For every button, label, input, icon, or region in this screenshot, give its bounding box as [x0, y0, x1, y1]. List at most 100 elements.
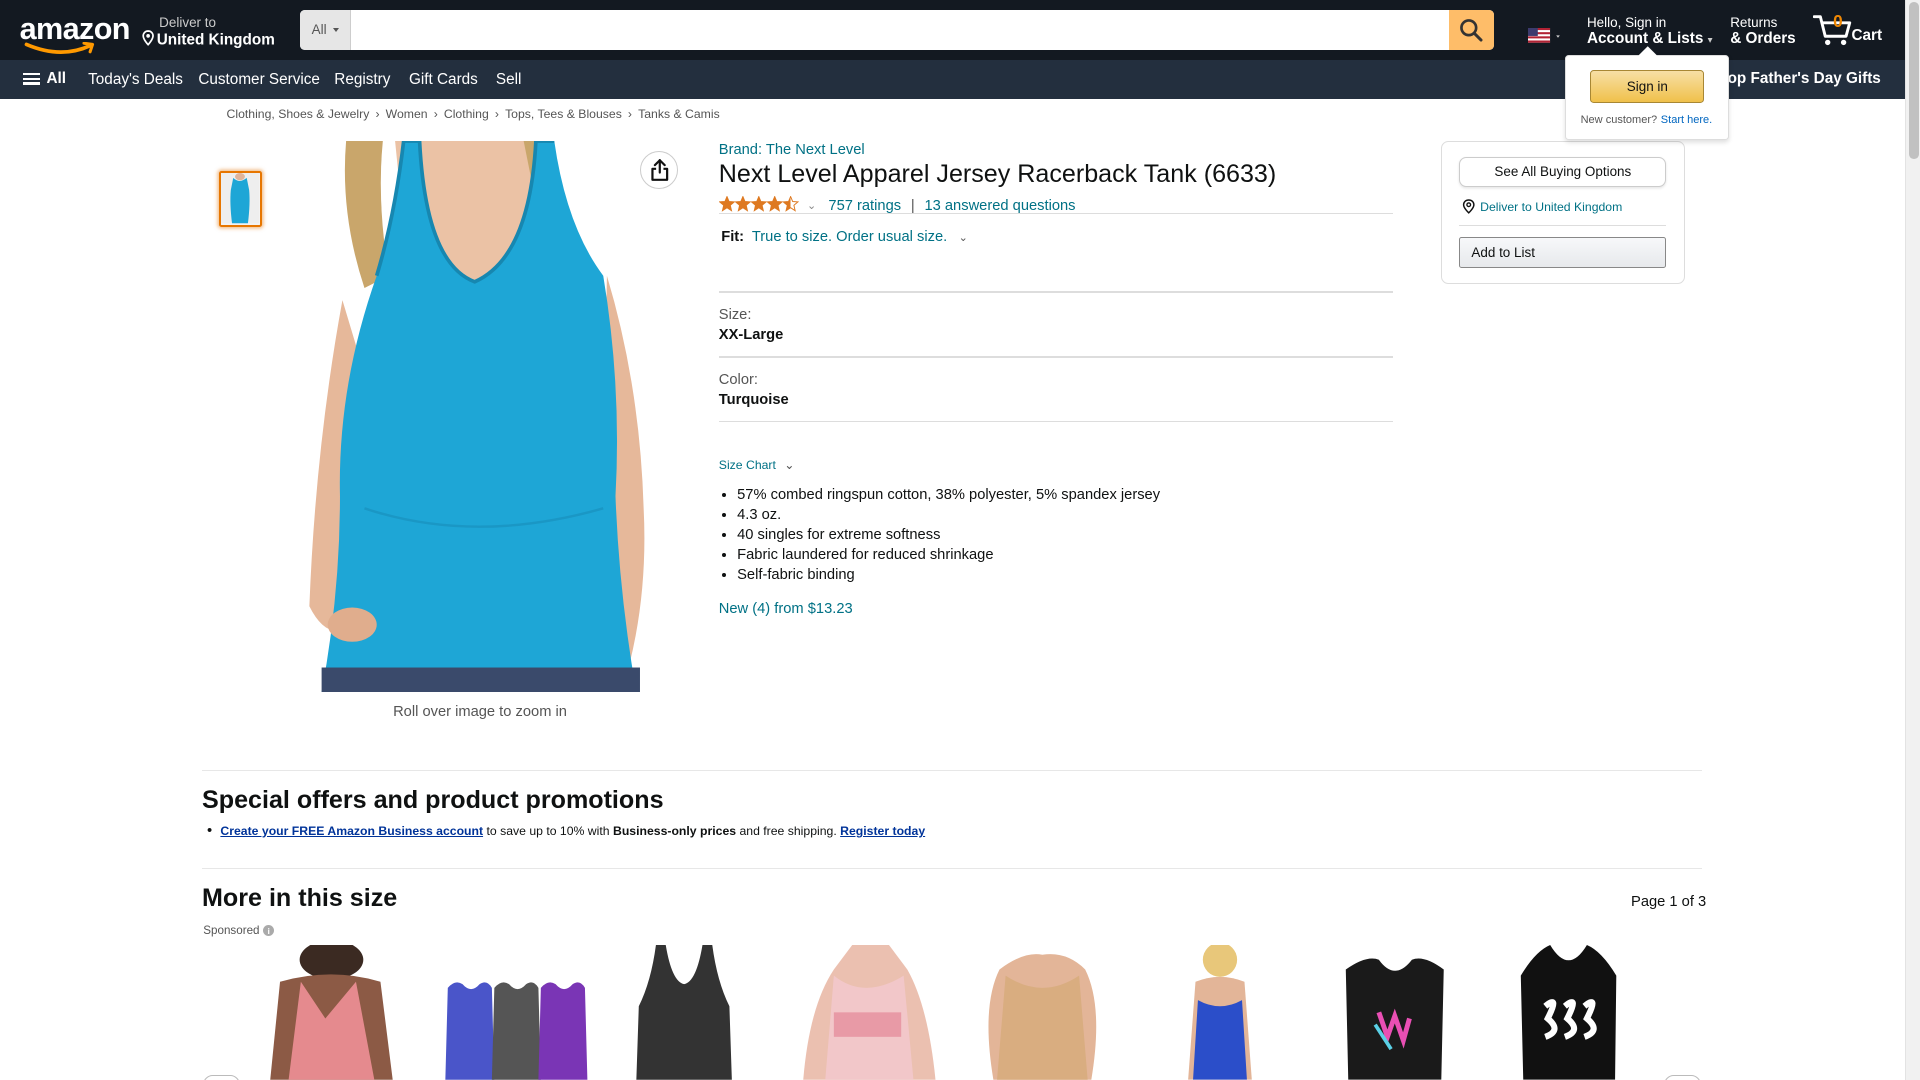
see-all-buying-options-button[interactable]: See All Buying Options [1459, 156, 1667, 188]
carousel-product[interactable] [438, 945, 592, 1080]
deliver-to[interactable]: Deliver to United Kingdom [142, 15, 275, 50]
zoom-hint: Roll over image to zoom in [393, 704, 567, 721]
search-icon [1460, 18, 1483, 42]
language-selector[interactable] [1528, 26, 1565, 49]
divider [718, 291, 1394, 293]
deliver-line2: United Kingdom [156, 31, 275, 49]
nav-fathers-day-promo[interactable]: Shop Father's Day Gifts [1708, 70, 1881, 88]
fit-label: Fit: [721, 228, 745, 245]
three-pack-tanks-icon [438, 945, 592, 1080]
returns-orders[interactable]: Returns & Orders [1730, 15, 1795, 48]
new-customer-label: New customer? [1580, 113, 1658, 126]
section-divider [202, 770, 1703, 772]
product-main-image[interactable] [291, 140, 659, 692]
chevron-down-icon[interactable]: ⌄ [959, 232, 968, 244]
all-menu-label: All [46, 69, 67, 87]
caret-down-icon [332, 27, 339, 33]
chevron-down-icon[interactable]: ⌄ [807, 199, 816, 212]
share-button[interactable] [640, 150, 679, 189]
signin-button[interactable]: Sign in [1590, 69, 1705, 103]
breadcrumb-item[interactable]: Tops, Tees & Blouses [505, 107, 622, 121]
fit-value-link[interactable]: True to size. Order usual size. [752, 229, 947, 245]
black-space-dye-tank-icon [629, 945, 740, 1080]
us-flag-icon [1528, 28, 1561, 43]
tan-ribbed-tank-icon [974, 945, 1110, 1080]
pink-racerback-tank-icon [258, 945, 400, 1080]
all-menu-button[interactable]: All [23, 70, 66, 88]
breadcrumb-separator: › [375, 106, 380, 121]
buy-box: See All Buying Options Deliver to United… [1441, 140, 1685, 285]
brand-link[interactable]: Brand: The Next Level [719, 142, 865, 158]
more-in-size-heading: More in this size [202, 884, 398, 913]
feature-bullet: 40 singles for extreme softness [737, 525, 1160, 545]
turquoise-tank-model-image [291, 140, 659, 692]
color-label: Color: [718, 372, 758, 389]
product-carousel [203, 945, 1702, 1080]
nav-customer-service[interactable]: Customer Service [198, 71, 320, 89]
register-today-link[interactable]: Register today [840, 824, 925, 838]
add-to-list-button[interactable]: Add to List [1459, 237, 1667, 268]
breadcrumb-item[interactable]: Women [386, 107, 428, 121]
page-scrollbar[interactable] [1905, 0, 1920, 1080]
breadcrumb: Clothing, Shoes & Jewelry › Women › Clothi… [227, 107, 720, 121]
caret-down-icon: ▾ [1707, 34, 1713, 46]
size-value: XX-Large [718, 326, 784, 343]
search-bar: All [300, 9, 1494, 51]
search-department-select[interactable]: All [300, 9, 352, 51]
size-chart-link[interactable]: Size Chart ⌄ [719, 458, 795, 472]
section-divider [202, 868, 1703, 870]
product-thumbnail[interactable] [219, 171, 263, 227]
cart-label: Cart [1851, 26, 1883, 44]
feature-bullet: Self-fabric binding [737, 565, 1160, 585]
deliver-to-link[interactable]: Deliver to United Kingdom [1462, 199, 1622, 215]
promo-bold: Business-only prices [612, 824, 737, 839]
carousel-product[interactable] [974, 945, 1110, 1080]
top-navbar: amazon Deliver to United Kingdom All Hel… [0, 0, 1906, 60]
start-here-link[interactable]: Start here. [1661, 114, 1712, 126]
search-input[interactable] [351, 9, 1449, 51]
returns-line2: & Orders [1730, 29, 1796, 47]
nav-sell[interactable]: Sell [496, 71, 522, 89]
breadcrumb-item[interactable]: Tanks & Camis [638, 107, 720, 121]
size-chart-label: Size Chart [718, 457, 776, 472]
nav-registry[interactable]: Registry [334, 71, 390, 89]
returns-line1: Returns [1730, 14, 1778, 30]
deliver-line1: Deliver to [159, 14, 216, 30]
carousel-product[interactable] [629, 945, 740, 1080]
info-icon[interactable]: i [263, 925, 275, 937]
color-value: Turquoise [718, 391, 789, 408]
cart-button[interactable]: 0 Cart [1813, 11, 1886, 48]
answered-questions-link[interactable]: 13 answered questions [924, 198, 1075, 214]
breadcrumb-item[interactable]: Clothing [444, 107, 489, 121]
carousel-product[interactable] [1335, 945, 1453, 1080]
breadcrumb-item[interactable]: Clothing, Shoes & Jewelry [227, 107, 370, 121]
cart-count: 0 [1833, 11, 1843, 32]
account-lists[interactable]: Hello, Sign in Account & Lists ▾ [1587, 15, 1713, 48]
carousel-product[interactable] [1170, 945, 1269, 1080]
signin-flyout: Sign in New customer? Start here. [1564, 45, 1729, 140]
carousel-next-button[interactable] [1664, 1075, 1701, 1080]
product-title: Next Level Apparel Jersey Racerback Tank… [718, 160, 1277, 189]
carousel-product[interactable] [258, 945, 400, 1080]
promo-text: and free shipping. [739, 824, 837, 839]
scrollbar-thumb[interactable] [1908, 2, 1919, 160]
amazon-logo[interactable]: amazon [20, 12, 130, 54]
black-graphic-tank-icon [1335, 945, 1453, 1080]
sponsored-label: Sponsored i [203, 924, 275, 938]
promotions-heading: Special offers and product promotions [202, 786, 664, 815]
new-offers-link[interactable]: New (4) from $13.23 [719, 601, 853, 617]
sponsored-text: Sponsored [203, 924, 260, 938]
search-button[interactable] [1448, 9, 1494, 51]
create-business-account-link[interactable]: Create your FREE Amazon Business account [220, 824, 483, 838]
rating-separator: | [910, 197, 915, 214]
nav-todays-deals[interactable]: Today's Deals [88, 71, 183, 89]
tank-top-thumbnail-image [221, 173, 260, 224]
account-greeting: Hello, Sign in [1586, 14, 1667, 30]
carousel-product[interactable] [791, 945, 945, 1080]
ratings-count-link[interactable]: 757 ratings [828, 198, 901, 214]
carousel-prev-button[interactable] [203, 1075, 240, 1080]
nav-gift-cards[interactable]: Gift Cards [409, 71, 478, 89]
chevron-down-icon: ⌄ [784, 457, 795, 472]
carousel-product[interactable] [1511, 945, 1628, 1080]
feature-bullet: 57% combed ringspun cotton, 38% polyeste… [737, 485, 1160, 505]
